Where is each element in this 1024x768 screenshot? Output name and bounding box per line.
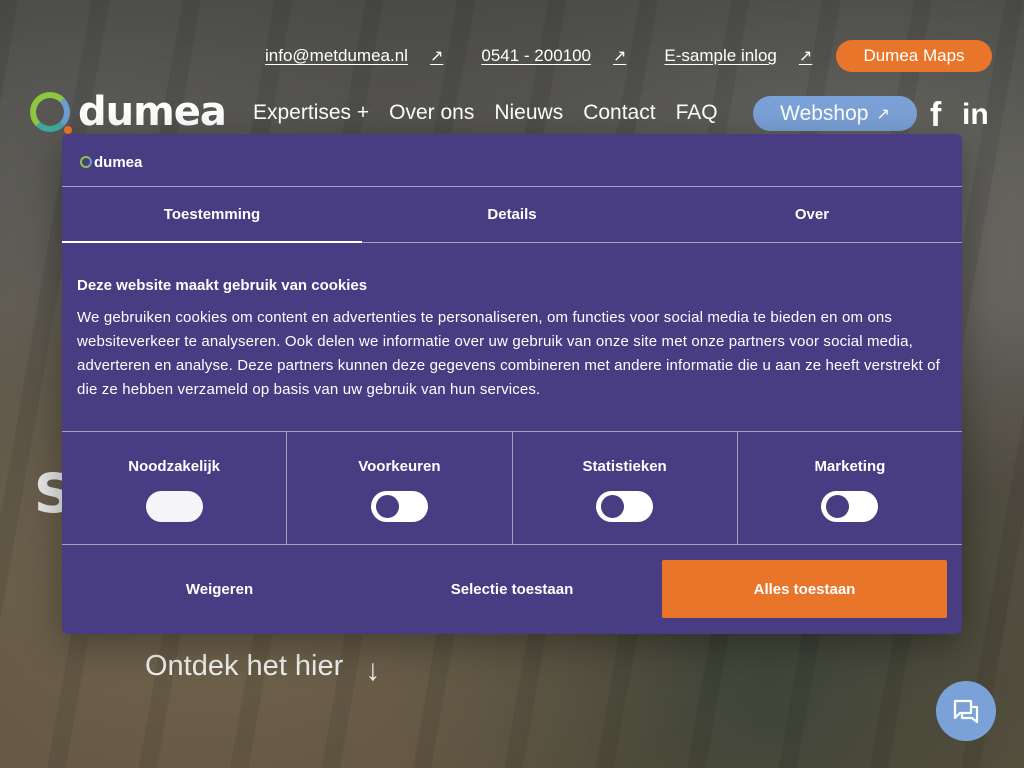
external-arrow-icon: ↗	[429, 48, 444, 65]
cookie-category-toggles: Noodzakelijk Voorkeuren Statistieken Mar…	[62, 432, 962, 544]
statistieken-toggle[interactable]	[596, 491, 654, 522]
category-marketing: Marketing	[738, 432, 962, 544]
allow-all-button[interactable]: Alles toestaan	[662, 560, 947, 618]
nav-item-expertises[interactable]: Expertises +	[253, 101, 369, 125]
cookie-consent-dialog: dumea Toestemming Details Over Deze webs…	[62, 134, 962, 634]
category-label: Noodzakelijk	[128, 458, 220, 475]
cookie-description: We gebruiken cookies om content en adver…	[77, 309, 940, 398]
nav-item-nieuws[interactable]: Nieuws	[494, 101, 563, 125]
webshop-button[interactable]: Webshop ↗	[753, 96, 917, 131]
esample-login-link[interactable]: E-sample inlog ↗	[664, 46, 850, 66]
dialog-logo: dumea	[80, 152, 142, 172]
divider	[62, 544, 962, 545]
external-arrow-icon: ↗	[876, 105, 890, 123]
decline-button[interactable]: Weigeren	[77, 560, 362, 618]
divider	[62, 242, 962, 243]
tab-details[interactable]: Details	[362, 187, 662, 242]
email-link[interactable]: info@metdumea.nl ↗	[265, 46, 481, 66]
utility-bar: info@metdumea.nl ↗ 0541 - 200100 ↗ E-sam…	[265, 40, 850, 72]
category-voorkeuren: Voorkeuren	[287, 432, 513, 544]
tab-toestemming[interactable]: Toestemming	[62, 187, 362, 243]
toggle-knob	[601, 495, 625, 518]
category-label: Voorkeuren	[358, 458, 441, 475]
toggle-knob	[375, 495, 399, 518]
facebook-icon[interactable]: f	[930, 96, 941, 135]
main-nav: Expertises + Over ons Nieuws Contact FAQ	[253, 96, 738, 130]
site-logo[interactable]: dumea	[30, 88, 235, 136]
external-arrow-icon: ↗	[798, 48, 813, 65]
logo-mark-icon	[80, 156, 92, 168]
nav-item-contact[interactable]: Contact	[583, 101, 655, 125]
hero-cta-link[interactable]: Ontdek het hier ↓	[145, 644, 380, 688]
marketing-toggle[interactable]	[821, 491, 879, 522]
dialog-logo-wordmark: dumea	[94, 153, 143, 171]
category-noodzakelijk: Noodzakelijk	[62, 432, 288, 544]
voorkeuren-toggle[interactable]	[370, 491, 428, 522]
dialog-actions: Weigeren Selectie toestaan Alles toestaa…	[77, 560, 947, 618]
nav-item-faq[interactable]: FAQ	[676, 101, 718, 125]
tab-over[interactable]: Over	[662, 187, 962, 242]
dialog-tabs: Toestemming Details Over	[62, 187, 962, 243]
dumea-maps-button[interactable]: Dumea Maps	[836, 40, 992, 72]
arrow-down-icon: ↓	[365, 654, 381, 687]
category-label: Statistieken	[582, 458, 667, 475]
category-label: Marketing	[814, 458, 886, 475]
webshop-label: Webshop	[780, 101, 869, 125]
category-statistieken: Statistieken	[513, 432, 738, 544]
linkedin-icon[interactable]: in	[962, 98, 989, 132]
cookie-title: Deze website maakt gebruik van cookies	[77, 277, 368, 294]
logo-mark-icon	[30, 92, 72, 134]
phone-link[interactable]: 0541 - 200100 ↗	[481, 46, 664, 66]
allow-selection-button[interactable]: Selectie toestaan	[362, 560, 662, 618]
nav-item-over-ons[interactable]: Over ons	[389, 101, 474, 125]
external-arrow-icon: ↗	[613, 48, 627, 65]
noodzakelijk-toggle	[145, 491, 203, 522]
toggle-knob	[826, 495, 850, 518]
chat-button[interactable]	[936, 681, 996, 741]
hero-cta-label: Ontdek het hier	[145, 649, 344, 682]
chat-bubble-icon	[953, 699, 979, 724]
logo-wordmark: dumea	[78, 89, 227, 135]
